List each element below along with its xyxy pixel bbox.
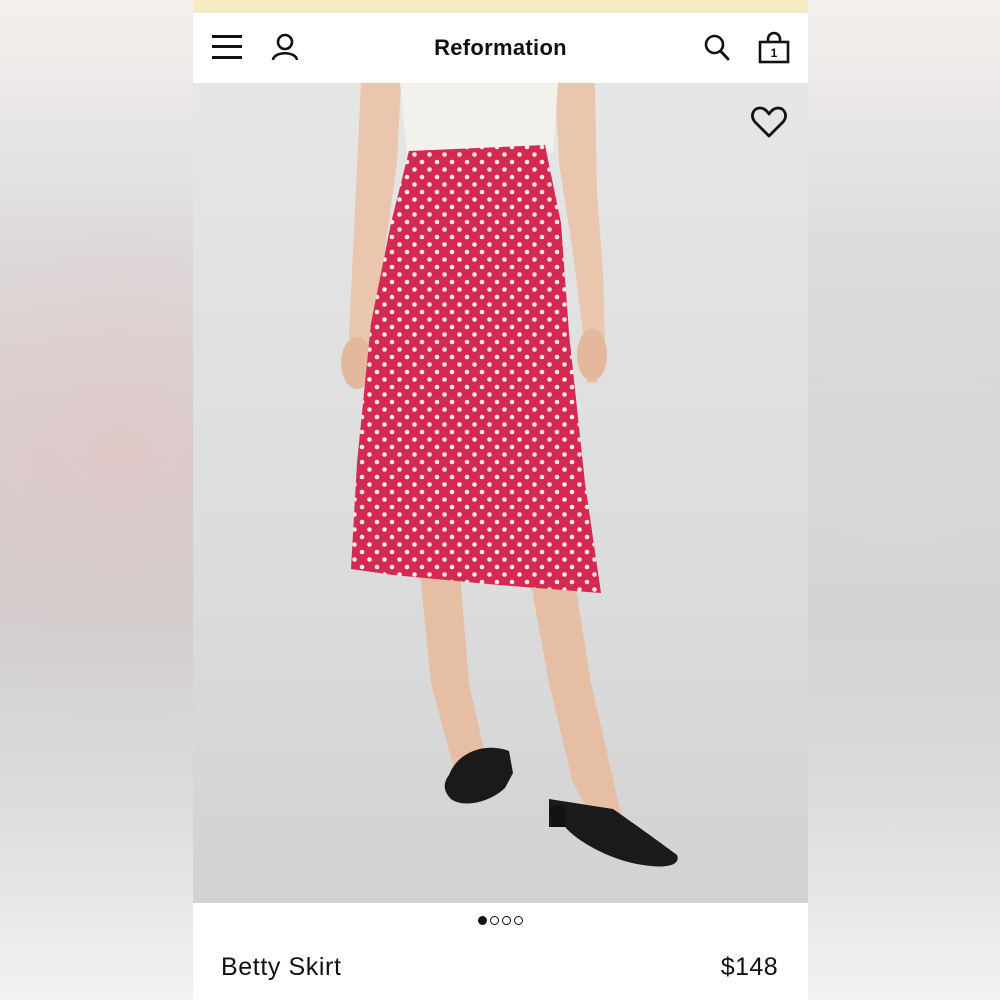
top-navbar: Reformation 1 <box>193 13 808 83</box>
product-price: $148 <box>720 953 778 981</box>
pagination-dot-4[interactable] <box>514 916 523 926</box>
pagination-dot-2[interactable] <box>490 916 499 926</box>
promo-banner-strip <box>193 0 808 13</box>
search-icon[interactable] <box>704 34 730 62</box>
pagination-dot-1[interactable] <box>478 916 487 926</box>
heart-icon[interactable] <box>751 105 787 139</box>
bag-button[interactable]: 1 <box>758 31 790 65</box>
phone-screen: Reformation 1 Betty Skirt $148 <box>193 0 808 1000</box>
product-image[interactable] <box>193 83 808 903</box>
image-pagination <box>193 912 808 928</box>
pagination-dot-3[interactable] <box>502 916 511 926</box>
product-photo <box>341 83 678 867</box>
product-name: Betty Skirt <box>221 953 342 981</box>
bag-count-badge: 1 <box>770 46 778 60</box>
